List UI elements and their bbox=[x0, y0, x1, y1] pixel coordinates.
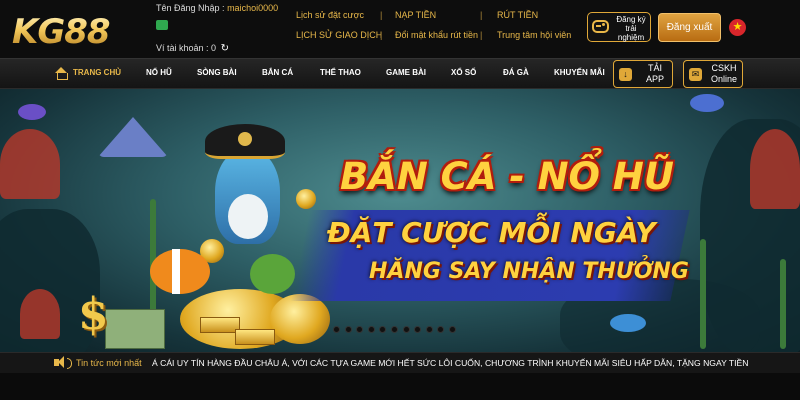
gamepad-icon bbox=[592, 20, 609, 33]
logo-text: KG88 bbox=[12, 12, 111, 52]
vietnam-flag-icon[interactable]: ★ bbox=[729, 19, 746, 36]
speaker-icon bbox=[54, 356, 72, 369]
carousel-dot[interactable] bbox=[437, 326, 445, 333]
nav-item-fishing[interactable]: BẮN CÁ bbox=[262, 68, 293, 77]
banner-title: BẮN CÁ - NỔ HŨ bbox=[340, 155, 674, 198]
hat-emblem bbox=[238, 132, 252, 146]
wallet-label: Ví tài khoản : 0 bbox=[156, 43, 217, 53]
withdraw-link[interactable]: RÚT TIỀN bbox=[497, 10, 538, 20]
link-separator: | bbox=[380, 30, 383, 40]
carousel-dot[interactable] bbox=[449, 326, 456, 333]
nav-item-card-games[interactable]: GAME BÀI bbox=[386, 68, 426, 77]
main-nav: TRANG CHỦ NỔ HŨ SÒNG BÀI BẮN CÁ THỂ THAO… bbox=[0, 58, 800, 89]
ticker-label: Tin tức mới nhất bbox=[76, 358, 142, 368]
member-center-link[interactable]: Trung tâm hội viên bbox=[497, 30, 571, 40]
account-panel: Tên Đăng Nhập : maichoi0000 Ví tài khoản… bbox=[156, 3, 286, 55]
fish-illustration bbox=[18, 104, 46, 120]
chat-icon: ✉ bbox=[689, 68, 702, 81]
news-ticker: Tin tức mới nhất Á CÁI UY TÍN HÀNG ĐẦU C… bbox=[0, 352, 800, 373]
bet-history-link[interactable]: Lịch sử đặt cược bbox=[296, 10, 364, 20]
support-line2: Online bbox=[710, 74, 737, 84]
link-separator: | bbox=[480, 10, 483, 20]
change-withdraw-password-link[interactable]: Đổi mật khẩu rút tiền bbox=[395, 30, 478, 40]
logout-button[interactable]: Đăng xuất bbox=[658, 13, 721, 42]
support-online-label: CSKH Online bbox=[705, 63, 743, 85]
nav-item-cockfight[interactable]: ĐÁ GÀ bbox=[503, 68, 529, 77]
carousel-dot[interactable] bbox=[356, 326, 364, 333]
clownfish-illustration bbox=[150, 249, 210, 294]
carousel-dot[interactable] bbox=[414, 326, 422, 333]
carousel-dot[interactable] bbox=[379, 326, 387, 333]
nav-item-casino[interactable]: SÒNG BÀI bbox=[197, 68, 237, 77]
shark-belly bbox=[228, 194, 268, 239]
support-line1: CSKH bbox=[711, 63, 737, 73]
link-separator: | bbox=[380, 10, 383, 20]
support-online-button[interactable]: ✉ CSKH Online bbox=[683, 60, 743, 88]
nav-item-lottery[interactable]: XỔ SỐ bbox=[451, 68, 476, 77]
download-app-line2: APP bbox=[645, 74, 664, 84]
money-stack-illustration bbox=[105, 309, 165, 349]
download-app-label: TẢI APP bbox=[638, 63, 672, 85]
carousel-dot[interactable] bbox=[367, 326, 375, 333]
download-app-button[interactable]: ↓ TẢI APP bbox=[613, 60, 673, 88]
username-value: maichoi0000 bbox=[227, 3, 279, 13]
trial-register-button[interactable]: Đăng ký trải nghiệm bbox=[587, 12, 651, 42]
seaweed-illustration bbox=[780, 259, 786, 349]
page-footer-area bbox=[0, 373, 800, 400]
coral-illustration bbox=[750, 129, 800, 209]
nav-item-sports[interactable]: THỂ THAO bbox=[320, 68, 361, 77]
deposit-link[interactable]: NẠP TIỀN bbox=[395, 10, 436, 20]
wallet-row: Ví tài khoản : 0 ↻ bbox=[156, 43, 229, 54]
pirate-hat bbox=[205, 124, 285, 159]
carousel-dot[interactable] bbox=[391, 326, 398, 333]
link-separator: | bbox=[480, 30, 483, 40]
nav-item-promotions[interactable]: KHUYẾN MÃI bbox=[554, 68, 605, 77]
manta-ray-illustration bbox=[98, 117, 168, 157]
gold-coin-illustration bbox=[296, 189, 316, 209]
home-icon bbox=[55, 67, 68, 80]
carousel-dot[interactable] bbox=[344, 326, 352, 333]
banner-tagline-2: HĂNG SAY NHẬN THƯỞNG bbox=[369, 259, 689, 284]
coral-illustration bbox=[20, 289, 60, 339]
promo-banner[interactable]: $ BẮN CÁ - NỔ HŨ ĐẶT CƯỢC MỖI NGÀY HĂNG … bbox=[0, 89, 800, 352]
nav-item-slots[interactable]: NỔ HŨ bbox=[146, 68, 172, 77]
username-row: Tên Đăng Nhập : maichoi0000 bbox=[156, 3, 278, 13]
download-app-line1: TẢI bbox=[647, 63, 662, 73]
username-label: Tên Đăng Nhập : bbox=[156, 3, 225, 13]
message-icon[interactable] bbox=[156, 20, 168, 30]
nav-item-home[interactable]: TRANG CHỦ bbox=[73, 68, 121, 77]
turtle-illustration bbox=[250, 254, 295, 294]
site-logo[interactable]: KG88 bbox=[12, 8, 150, 52]
carousel-dot[interactable] bbox=[402, 326, 410, 333]
download-icon: ↓ bbox=[619, 68, 632, 81]
fish-illustration bbox=[690, 94, 724, 112]
gold-bar-illustration bbox=[200, 317, 240, 333]
fish-illustration bbox=[610, 314, 646, 332]
dollar-sign-illustration: $ bbox=[78, 289, 109, 340]
ticker-text[interactable]: Á CÁI UY TÍN HÀNG ĐẦU CHÂU Á, VỚI CÁC TỰ… bbox=[152, 358, 748, 368]
trial-register-label: Đăng ký trải nghiệm bbox=[616, 15, 646, 42]
seaweed-illustration bbox=[700, 239, 706, 349]
transaction-history-link[interactable]: LỊCH SỬ GIAO DỊCH bbox=[296, 30, 382, 40]
top-header: KG88 Tên Đăng Nhập : maichoi0000 Ví tài … bbox=[0, 0, 800, 58]
gold-coins-illustration bbox=[270, 294, 330, 344]
gold-bar-illustration bbox=[235, 329, 275, 345]
carousel-dot[interactable] bbox=[425, 326, 433, 333]
carousel-dot[interactable] bbox=[333, 326, 340, 333]
pirate-shark-illustration bbox=[200, 119, 290, 259]
banner-tagline-1: ĐẶT CƯỢC MỖI NGÀY bbox=[327, 216, 656, 249]
coral-illustration bbox=[0, 129, 60, 199]
refresh-icon[interactable]: ↻ bbox=[221, 43, 229, 54]
